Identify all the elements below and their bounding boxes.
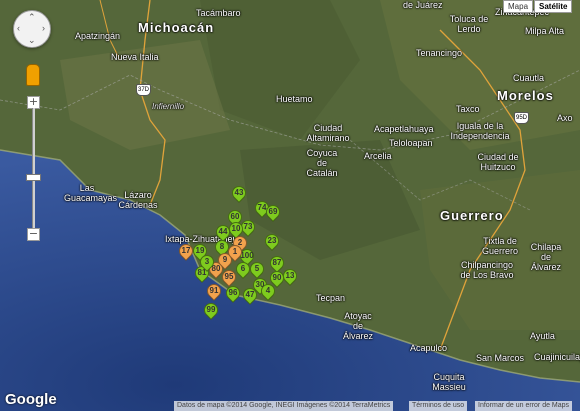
pan-control[interactable]: ⌃ ⌄ ‹ › — [13, 10, 51, 48]
label-lazaro-cardenas: Lázaro Cárdenas — [118, 190, 158, 210]
map-marker-4[interactable]: 4 — [258, 281, 278, 301]
marker-label: 69 — [268, 207, 278, 216]
label-acapulco: Acapulco — [410, 343, 448, 353]
marker-label: 5 — [254, 264, 260, 273]
label-michoacan: Michoacán — [138, 20, 215, 35]
label-toluca: Toluca de Lerdo — [449, 14, 489, 34]
label-san-marcos: San Marcos — [476, 353, 525, 363]
highway-shield-37d: 37D — [136, 84, 151, 96]
map-marker-23[interactable]: 23 — [262, 231, 282, 251]
label-milpa-alta: Milpa Alta — [525, 26, 565, 36]
label-morelos: Morelos — [497, 88, 554, 103]
label-arcelia: Arcelia — [364, 151, 392, 161]
satellite-terrain — [0, 0, 580, 411]
label-iguala: Iguala de la Independencia — [450, 121, 510, 141]
map-marker-6[interactable]: 6 — [233, 259, 253, 279]
map-canvas[interactable]: de Juárez Michoacán Tacámbaro Apatzingán… — [0, 0, 580, 411]
marker-label: 10 — [231, 224, 241, 233]
label-atoyac: Atoyac de Álvarez — [342, 311, 373, 341]
marker-label: 90 — [272, 273, 282, 282]
marker-label: 1 — [232, 247, 238, 256]
map-type-satelite-button[interactable]: Satélite — [534, 0, 573, 13]
label-cuautla: Cuautla — [513, 73, 545, 83]
label-tixtla: Tixtla de Guerrero — [481, 236, 518, 256]
map-marker-1[interactable]: 1 — [225, 242, 245, 262]
pan-left-icon[interactable]: ‹ — [17, 24, 20, 33]
highway-shield-95d: 95D — [514, 112, 529, 124]
label-ayutla: Ayutla — [530, 331, 555, 341]
map-marker-3[interactable]: 3 — [197, 252, 217, 272]
map-marker-95[interactable]: 95 — [219, 267, 239, 287]
map-data-attribution: Datos de mapa ©2014 Google, INEGI Imágen… — [174, 401, 394, 411]
marker-label: 44 — [218, 227, 228, 236]
pan-down-icon[interactable]: ⌄ — [28, 36, 36, 45]
label-teloloapan: Teloloapan — [389, 138, 433, 148]
label-ciudad-altamirano: Ciudad Altamirano — [306, 123, 350, 143]
marker-label: 91 — [209, 286, 219, 295]
map-marker-43[interactable]: 43 — [229, 183, 249, 203]
label-coyuca: Coyuca de Catalán — [306, 148, 338, 178]
label-tenancingo: Tenancingo — [416, 48, 463, 58]
map-marker-5[interactable]: 5 — [247, 259, 267, 279]
label-axo: Axo — [557, 113, 573, 123]
street-view-pegman-icon[interactable] — [26, 64, 40, 86]
marker-label: 4 — [265, 286, 271, 295]
google-logo[interactable]: Google — [5, 391, 57, 408]
marker-label: 6 — [240, 264, 246, 273]
zoom-slider-handle[interactable] — [26, 174, 41, 181]
map-marker-17[interactable]: 17 — [176, 241, 196, 261]
label-apatzingan: Apatzingán — [75, 31, 121, 41]
label-cuajinicuilapa: Cuajinicuilapa — [534, 352, 580, 362]
label-guerrero: Guerrero — [440, 208, 504, 223]
marker-label: 95 — [224, 272, 234, 281]
marker-label: 43 — [234, 188, 244, 197]
zoom-out-button[interactable]: − — [27, 228, 40, 241]
map-marker-91[interactable]: 91 — [204, 281, 224, 301]
label-nueva-italia: Nueva Italia — [111, 52, 159, 62]
terms-link[interactable]: Términos de uso — [409, 401, 468, 411]
map-type-mapa-button[interactable]: Mapa — [503, 0, 534, 13]
report-error-link[interactable]: Informar de un error de Maps — [475, 401, 573, 411]
marker-label: 13 — [285, 271, 295, 280]
label-las-guacamayas: Las Guacamayas — [64, 183, 118, 203]
marker-label: 19 — [195, 246, 205, 255]
marker-label: 99 — [206, 305, 216, 314]
marker-label: 3 — [204, 257, 210, 266]
label-de-juarez: de Juárez — [403, 0, 443, 10]
label-acapetlahuaya: Acapetlahuaya — [374, 124, 434, 134]
marker-label: 17 — [181, 246, 191, 255]
label-huitzuco: Ciudad de Huitzuco — [477, 152, 519, 172]
marker-label: 96 — [228, 288, 238, 297]
map-marker-13[interactable]: 13 — [280, 266, 300, 286]
label-cuquita: Cuquita Massieu — [432, 372, 466, 392]
label-chilpancingo: Chilpancingo de Los Bravo — [460, 260, 514, 280]
map-marker-99[interactable]: 99 — [201, 300, 221, 320]
marker-label: 23 — [267, 236, 277, 245]
map-marker-96[interactable]: 96 — [223, 283, 243, 303]
label-tecpan: Tecpan — [316, 293, 346, 303]
label-tacambaro: Tacámbaro — [196, 8, 241, 18]
label-infiernillo: Infiernillo — [152, 102, 185, 111]
zoom-slider-track[interactable] — [32, 108, 35, 228]
label-huetamo: Huetamo — [276, 94, 313, 104]
pan-right-icon[interactable]: › — [42, 24, 45, 33]
pan-up-icon[interactable]: ⌃ — [28, 13, 36, 22]
label-taxco: Taxco — [456, 104, 480, 114]
marker-label: 60 — [230, 212, 240, 221]
marker-label: 87 — [272, 258, 282, 267]
map-marker-69[interactable]: 69 — [263, 202, 283, 222]
label-chilapa: Chilapa de Álvarez — [530, 242, 562, 272]
